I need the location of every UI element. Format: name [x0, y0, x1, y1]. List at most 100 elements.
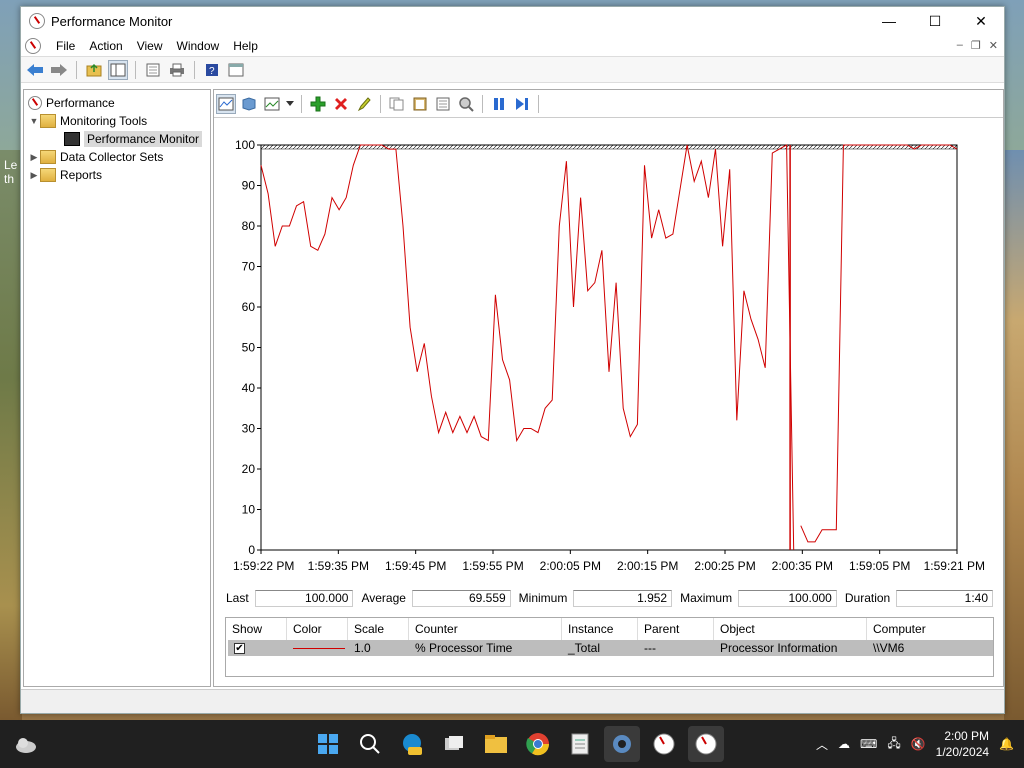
show-checkbox[interactable]: ✔ — [234, 642, 245, 654]
close-button[interactable]: ✕ — [958, 7, 1004, 35]
x-tick-label: 2:00:15 PM — [617, 559, 678, 573]
menu-help[interactable]: Help — [226, 39, 265, 53]
duration-value: 1:40 — [896, 589, 993, 607]
taskbar: ︿ ☁ ⌨ 🖧 🔇 2:00 PM 1/20/2024 🔔 — [0, 720, 1024, 768]
status-bar — [21, 689, 1004, 713]
weather-icon[interactable] — [8, 726, 44, 762]
file-explorer-icon[interactable] — [478, 726, 514, 762]
tree-item-performance[interactable]: Performance — [24, 94, 210, 112]
collapse-chevron-icon[interactable]: ▼ — [28, 116, 40, 126]
chrome-icon[interactable] — [520, 726, 556, 762]
edge-preview-icon[interactable] — [394, 726, 430, 762]
volume-muted-icon[interactable]: 🔇 — [911, 737, 926, 751]
legend-row[interactable]: ✔ 1.0 % Processor Time _Total --- Proces… — [228, 640, 993, 656]
print-icon[interactable] — [167, 60, 187, 80]
maximum-value: 100.000 — [738, 589, 837, 607]
main-area: Performance ▼ Monitoring Tools Performan… — [21, 89, 1004, 687]
clock[interactable]: 2:00 PM 1/20/2024 — [936, 728, 989, 760]
mdi-close-button[interactable]: ✕ — [989, 39, 998, 52]
performance-monitor-pane: 0 10 20 30 40 50 60 70 80 90 100 1:59:22 PM 1:59:35 … — [213, 89, 1004, 687]
graph-type-dropdown-icon[interactable] — [285, 94, 295, 114]
legend-counter: % Processor Time — [415, 641, 513, 655]
tree-item-data-collector-sets[interactable]: ▶ Data Collector Sets — [24, 148, 210, 166]
freeze-display-icon[interactable] — [489, 94, 509, 114]
menu-window[interactable]: Window — [170, 39, 227, 53]
folder-icon — [40, 114, 56, 128]
column-header-parent[interactable]: Parent — [638, 618, 714, 640]
chart-top-band — [260, 144, 958, 150]
show-hide-tree-icon[interactable] — [108, 59, 128, 80]
tree-item-monitoring-tools[interactable]: ▼ Monitoring Tools — [24, 112, 210, 130]
notification-bell-icon[interactable]: 🔔 — [999, 737, 1014, 751]
up-folder-icon[interactable] — [84, 60, 104, 80]
title-bar[interactable]: Performance Monitor — ☐ ✕ — [21, 7, 1004, 35]
zoom-icon[interactable] — [456, 94, 476, 114]
column-header-counter[interactable]: Counter — [409, 618, 562, 640]
network-icon[interactable]: 🖧 — [887, 734, 900, 755]
column-header-computer[interactable]: Computer — [867, 618, 991, 640]
y-tick-label: 40 — [242, 381, 256, 395]
mdi-restore-button[interactable]: ❐ — [971, 39, 981, 52]
plot-area — [260, 144, 958, 551]
keyboard-icon[interactable]: ⌨ — [860, 737, 877, 751]
update-data-icon[interactable] — [512, 94, 532, 114]
last-label: Last — [226, 591, 249, 605]
settings-gear-icon[interactable] — [604, 726, 640, 762]
paste-counter-list-icon[interactable] — [410, 94, 430, 114]
column-header-instance[interactable]: Instance — [562, 618, 638, 640]
statistics-bar: Last 100.000 Average 69.559 Minimum 1.95… — [226, 588, 993, 608]
properties-icon[interactable] — [433, 94, 453, 114]
show-hidden-icons-chevron-icon[interactable]: ︿ — [816, 736, 828, 753]
line-chart: 0 10 20 30 40 50 60 70 80 90 100 1:59:22 PM 1:59:35 … — [214, 120, 1003, 615]
expand-chevron-icon[interactable]: ▶ — [28, 152, 40, 163]
forward-arrow-icon[interactable] — [49, 60, 69, 80]
onedrive-icon[interactable]: ☁ — [838, 737, 850, 751]
maximum-label: Maximum — [680, 591, 733, 605]
clock-date: 1/20/2024 — [935, 745, 990, 759]
x-tick-label: 1:59:21 PM — [924, 559, 985, 573]
expand-chevron-icon[interactable]: ▶ — [28, 170, 40, 181]
mdi-system-menu-icon[interactable] — [25, 37, 41, 54]
help-icon[interactable]: ? — [202, 60, 222, 80]
back-arrow-icon[interactable] — [25, 60, 45, 80]
x-tick-label: 1:59:55 PM — [462, 559, 523, 573]
column-header-show[interactable]: Show — [226, 618, 287, 640]
maximize-button[interactable]: ☐ — [912, 7, 958, 35]
copy-properties-icon[interactable] — [387, 94, 407, 114]
add-counter-icon[interactable] — [308, 94, 328, 114]
task-view-icon[interactable] — [436, 726, 472, 762]
y-tick-label: 10 — [242, 503, 256, 517]
navigation-tree: Performance ▼ Monitoring Tools Performan… — [23, 89, 211, 687]
change-graph-type-icon[interactable] — [262, 94, 282, 114]
start-button-icon[interactable] — [310, 726, 346, 762]
mmc-view-icon[interactable] — [226, 60, 246, 80]
mdi-minimize-button[interactable]: – — [957, 39, 963, 52]
menu-action[interactable]: Action — [82, 39, 129, 53]
duration-label: Duration — [844, 591, 891, 605]
column-header-scale[interactable]: Scale — [348, 618, 409, 640]
minimize-button[interactable]: — — [866, 7, 912, 35]
menu-file[interactable]: File — [49, 39, 82, 53]
performance-monitor-taskbar-icon-active[interactable] — [688, 726, 724, 762]
folder-icon — [40, 168, 56, 182]
search-icon[interactable] — [352, 726, 388, 762]
folder-icon — [40, 150, 56, 164]
view-current-activity-icon[interactable] — [216, 93, 236, 114]
legend-computer: \\VM6 — [873, 641, 905, 655]
delete-counter-icon[interactable] — [331, 94, 351, 114]
tree-item-reports[interactable]: ▶ Reports — [24, 166, 210, 184]
column-header-color[interactable]: Color — [287, 618, 348, 640]
minimum-label: Minimum — [518, 591, 568, 605]
performance-monitor-taskbar-icon[interactable] — [646, 726, 682, 762]
system-tray: ︿ ☁ ⌨ 🖧 🔇 2:00 PM 1/20/2024 🔔 — [816, 728, 1024, 760]
average-value: 69.559 — [411, 589, 511, 607]
menu-view[interactable]: View — [130, 39, 170, 53]
legend-instance: _Total — [568, 641, 601, 655]
properties-icon[interactable] — [143, 60, 163, 80]
view-log-data-icon[interactable] — [239, 94, 259, 114]
tree-item-performance-monitor[interactable]: Performance Monitor — [24, 130, 210, 148]
y-tick-label: 100 — [235, 138, 255, 152]
highlight-icon[interactable] — [354, 94, 374, 114]
notepad-icon[interactable] — [562, 726, 598, 762]
column-header-object[interactable]: Object — [714, 618, 867, 640]
